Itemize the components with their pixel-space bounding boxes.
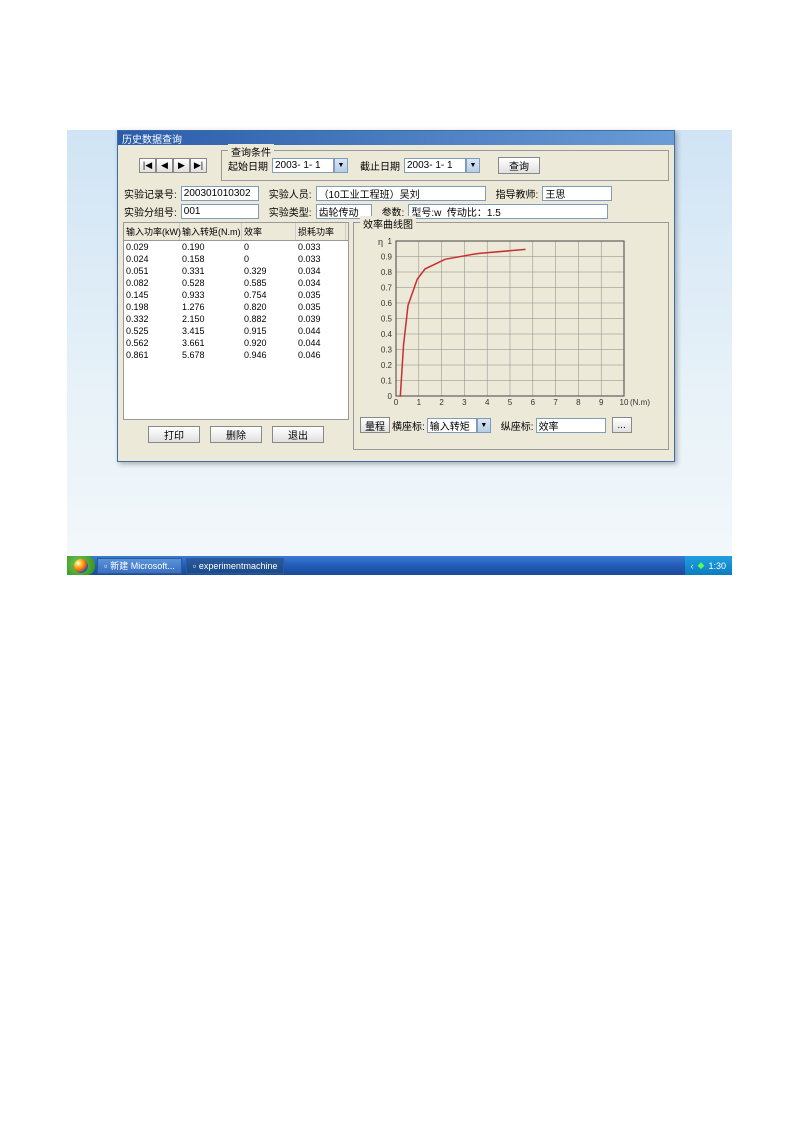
table-row[interactable]: 0.5623.6610.9200.044 (124, 337, 348, 349)
svg-text:0.4: 0.4 (381, 330, 393, 339)
table-row[interactable]: 0.0820.5280.5850.034 (124, 277, 348, 289)
start-date-input[interactable] (272, 158, 334, 173)
app-icon: ▫ (104, 561, 107, 571)
column-header[interactable]: 输入功率(kW) (124, 223, 180, 240)
svg-text:0.5: 0.5 (381, 315, 393, 324)
windows-icon (74, 559, 88, 573)
table-row[interactable]: 0.0510.3310.3290.034 (124, 265, 348, 277)
taskbar: ▫新建 Microsoft...▫experimentmachine ‹ ◆ 1… (67, 556, 732, 575)
print-button[interactable]: 打印 (148, 426, 200, 443)
system-tray[interactable]: ‹ ◆ 1:30 (685, 556, 732, 575)
efficiency-chart: 0 1 2 3 4 5 6 7 8 9 10 0 0.1 0.2 0.3 0.4 0.5 0.6 0.7 0.8 0.9… (360, 231, 662, 413)
svg-text:0.6: 0.6 (381, 299, 393, 308)
table-row[interactable]: 0.1981.2760.8200.035 (124, 301, 348, 313)
more-button[interactable]: ... (612, 417, 632, 433)
chart-group-label: 效率曲线图 (360, 216, 416, 231)
desktop: 历史数据查询 |◀ ◀ ▶ ▶| 查询条件 起始日期 (67, 130, 732, 575)
table-row[interactable]: 0.8615.6780.9460.046 (124, 349, 348, 361)
group-no-input[interactable] (181, 204, 259, 219)
query-button[interactable]: 查询 (498, 157, 540, 174)
table-row[interactable]: 0.1450.9330.7540.035 (124, 289, 348, 301)
taskbar-item[interactable]: ▫experimentmachine (186, 558, 285, 574)
table-row[interactable]: 0.0290.19000.033 (124, 241, 348, 253)
group-no-label: 实验分组号: (124, 204, 177, 219)
teacher-label: 指导教师: (496, 186, 539, 201)
y-axis-label: 纵座标: (501, 418, 534, 433)
svg-text:3: 3 (462, 398, 467, 407)
title-bar[interactable]: 历史数据查询 (118, 131, 674, 145)
svg-text:0: 0 (388, 392, 393, 401)
column-header[interactable]: 效率 (242, 223, 296, 240)
type-label: 实验类型: (269, 204, 312, 219)
start-date-combo[interactable]: ▼ (272, 158, 348, 173)
svg-text:η: η (378, 237, 383, 247)
range-button[interactable]: 量程 (360, 417, 390, 433)
nav-first-button[interactable]: |◀ (139, 158, 156, 173)
table-row[interactable]: 0.3322.1500.8820.039 (124, 313, 348, 325)
svg-text:0.3: 0.3 (381, 346, 393, 355)
svg-text:1: 1 (388, 237, 393, 246)
app-window: 历史数据查询 |◀ ◀ ▶ ▶| 查询条件 起始日期 (117, 130, 675, 462)
person-input[interactable] (316, 186, 486, 201)
nav-prev-button[interactable]: ◀ (156, 158, 173, 173)
svg-text:0.7: 0.7 (381, 284, 393, 293)
column-header[interactable]: 损耗功率 (296, 223, 346, 240)
svg-text:(N.m): (N.m) (630, 398, 650, 407)
record-no-label: 实验记录号: (124, 186, 177, 201)
svg-text:5: 5 (508, 398, 513, 407)
svg-text:6: 6 (531, 398, 536, 407)
window-title: 历史数据查询 (122, 131, 182, 146)
params-input[interactable] (408, 204, 608, 219)
x-axis-label: 横座标: (392, 418, 425, 433)
nav-next-button[interactable]: ▶ (173, 158, 190, 173)
chevron-down-icon[interactable]: ▼ (477, 418, 491, 433)
svg-text:0.8: 0.8 (381, 268, 393, 277)
svg-text:4: 4 (485, 398, 490, 407)
svg-text:0.9: 0.9 (381, 253, 393, 262)
y-axis-input[interactable] (536, 418, 606, 433)
svg-text:0: 0 (394, 398, 399, 407)
app-icon: ▫ (193, 561, 196, 571)
query-conditions-group: 查询条件 起始日期 ▼ 截止日期 ▼ 查询 (221, 150, 669, 181)
start-button[interactable] (67, 556, 95, 575)
x-axis-combo[interactable]: ▼ (427, 418, 491, 433)
query-group-label: 查询条件 (228, 144, 274, 159)
svg-text:9: 9 (599, 398, 604, 407)
data-grid[interactable]: 输入功率(kW)输入转矩(N.m)效率损耗功率 0.0290.19000.033… (123, 222, 349, 420)
chart-area: 0 1 2 3 4 5 6 7 8 9 10 0 0.1 0.2 0.3 0.4 0.5 0.6 0.7 0.8 0.9… (360, 231, 662, 413)
nav-last-button[interactable]: ▶| (190, 158, 207, 173)
svg-text:0.2: 0.2 (381, 361, 393, 370)
start-date-label: 起始日期 (228, 158, 268, 173)
svg-text:2: 2 (439, 398, 444, 407)
delete-button[interactable]: 删除 (210, 426, 262, 443)
tray-back-icon[interactable]: ‹ (691, 561, 694, 571)
table-row[interactable]: 0.0240.15800.033 (124, 253, 348, 265)
svg-text:8: 8 (576, 398, 581, 407)
table-row[interactable]: 0.5253.4150.9150.044 (124, 325, 348, 337)
x-axis-input[interactable] (427, 418, 477, 433)
svg-text:10: 10 (620, 398, 629, 407)
svg-text:0.1: 0.1 (381, 377, 393, 386)
chevron-down-icon[interactable]: ▼ (466, 158, 480, 173)
clock[interactable]: 1:30 (708, 561, 726, 571)
end-date-label: 截止日期 (360, 158, 400, 173)
tray-shield-icon[interactable]: ◆ (698, 560, 705, 571)
end-date-combo[interactable]: ▼ (404, 158, 480, 173)
chart-group: 效率曲线图 01234567891000.10.20.30.40.50.60.7… (353, 222, 669, 450)
teacher-input[interactable] (542, 186, 612, 201)
svg-text:7: 7 (553, 398, 558, 407)
chevron-down-icon[interactable]: ▼ (334, 158, 348, 173)
person-label: 实验人员: (269, 186, 312, 201)
svg-text:1: 1 (417, 398, 422, 407)
record-no-input[interactable] (181, 186, 259, 201)
exit-button[interactable]: 退出 (272, 426, 324, 443)
taskbar-item[interactable]: ▫新建 Microsoft... (97, 558, 182, 574)
column-header[interactable]: 输入转矩(N.m) (180, 223, 242, 240)
end-date-input[interactable] (404, 158, 466, 173)
